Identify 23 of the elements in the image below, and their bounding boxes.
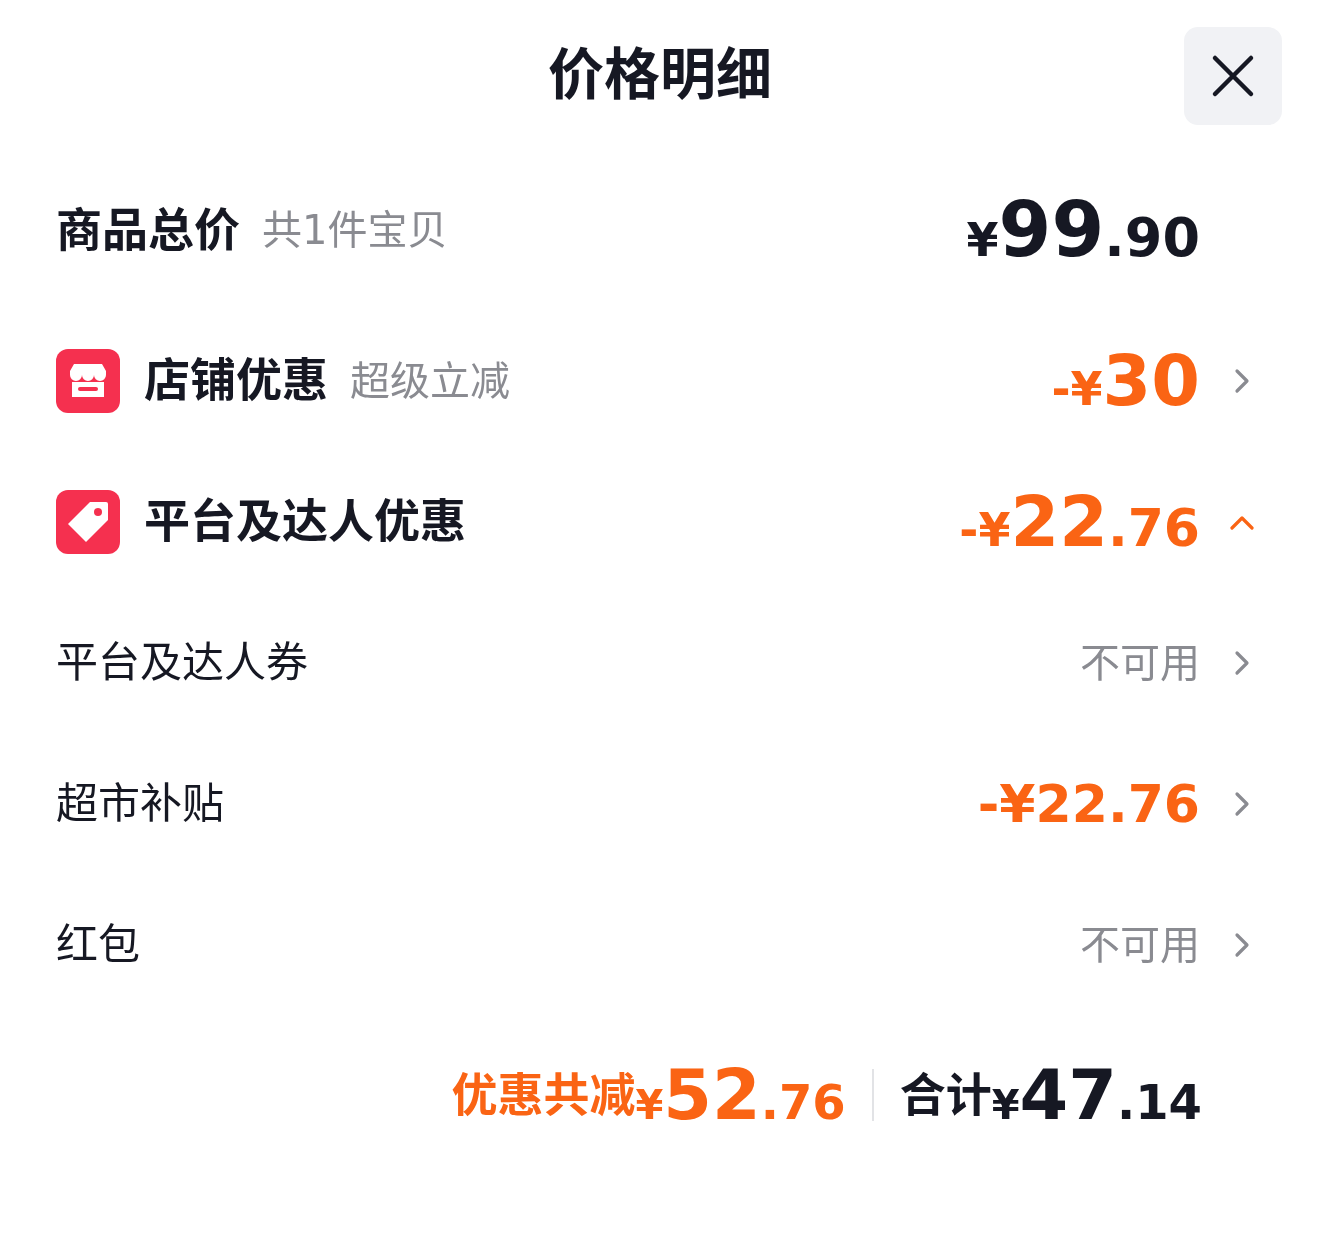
discount-total-amount: ¥52.76 (635, 1060, 846, 1130)
discount-label: 店铺优惠 (144, 352, 328, 409)
discount-label: 平台及达人优惠 (144, 493, 466, 550)
total-label: 商品总价 (56, 201, 240, 259)
item-count: 共1件宝贝 (262, 206, 448, 255)
discount-note: 超级立减 (350, 356, 510, 406)
grand-total-label: 合计 (899, 1072, 992, 1118)
total-price: ¥99.90 (966, 192, 1200, 268)
discount-item-label: 超市补贴 (56, 778, 224, 830)
unavailable-status: 不可用 (1080, 638, 1200, 688)
discount-item-label: 平台及达人券 (56, 637, 308, 689)
discount-item-label: 红包 (56, 919, 140, 971)
discount-total-label: 优惠共减 (451, 1072, 636, 1118)
store-icon (56, 348, 120, 413)
close-icon[interactable] (1211, 54, 1255, 98)
sheet-title: 价格明细 (548, 41, 772, 109)
close-button[interactable] (1184, 27, 1282, 125)
discount-item-amount: -¥22.76 (977, 777, 1200, 830)
tag-icon (56, 489, 120, 554)
discount-amount: -¥30 (1051, 345, 1200, 416)
unavailable-status: 不可用 (1080, 920, 1200, 970)
grand-total-amount: ¥47.14 (991, 1060, 1202, 1130)
discount-amount: -¥22.76 (959, 486, 1200, 557)
